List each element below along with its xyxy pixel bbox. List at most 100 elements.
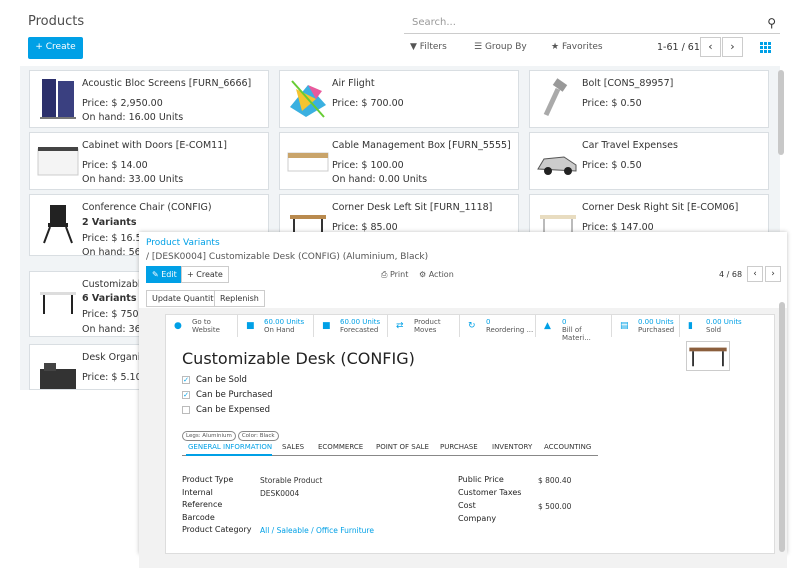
- edit-icon: ✎: [152, 270, 159, 279]
- internal-reference-label-2: Reference: [182, 500, 223, 509]
- smart-button-moves[interactable]: ⇄ Product Moves: [388, 315, 460, 337]
- print-button[interactable]: ⎙ Print: [381, 270, 408, 280]
- search-icon[interactable]: ⚲: [767, 16, 776, 30]
- product-price: Price: $ 100.00: [332, 160, 404, 171]
- pager-next-button[interactable]: ›: [722, 37, 743, 57]
- product-name: Cabinet with Doors [E-COM11]: [82, 140, 227, 151]
- edit-label: Edit: [161, 270, 177, 279]
- form-prev-button[interactable]: ‹: [747, 266, 763, 282]
- can-be-purchased-label: Can be Purchased: [196, 390, 273, 400]
- smart-button-bom[interactable]: ▲ 0 Bill of Materi...: [536, 315, 612, 342]
- cost-label: Cost: [458, 501, 476, 510]
- action-button[interactable]: ⚙ Action: [419, 270, 454, 279]
- tab-general-information[interactable]: GENERAL INFORMATION: [188, 443, 272, 451]
- favorites-button[interactable]: ★ Favorites: [551, 42, 603, 52]
- group-by-label: Group By: [484, 42, 527, 52]
- product-name: Car Travel Expenses: [582, 140, 678, 151]
- breadcrumb-parent[interactable]: Product Variants: [146, 238, 220, 248]
- product-onhand: On hand: 33.00 Units: [82, 174, 184, 185]
- tab-purchase[interactable]: PURCHASE: [440, 443, 478, 451]
- product-category-link[interactable]: All / Saleable / Office Furniture: [260, 526, 374, 535]
- product-price: Price: $ 0.50: [582, 160, 642, 171]
- product-card[interactable]: Bolt [CONS_89957] Price: $ 0.50: [529, 70, 769, 128]
- search-input[interactable]: Search... ⚲: [404, 12, 780, 34]
- tab-inventory[interactable]: INVENTORY: [492, 443, 532, 451]
- attribute-tags: Legs: Aluminium Color: Black: [182, 422, 281, 441]
- barcode-label: Barcode: [182, 513, 215, 522]
- company-label: Company: [458, 514, 497, 523]
- smart-button-label: Forecasted: [340, 326, 379, 334]
- update-quantity-button[interactable]: Update Quantity: [146, 290, 225, 307]
- can-be-purchased-checkbox[interactable]: ✓ Can be Purchased: [182, 390, 273, 400]
- edit-button[interactable]: ✎ Edit: [146, 266, 183, 283]
- checkbox-checked-icon: ✓: [182, 375, 190, 384]
- search-placeholder: Search...: [412, 17, 456, 28]
- product-image: [290, 80, 326, 118]
- active-tab-indicator: [186, 454, 272, 456]
- product-image: [287, 152, 329, 172]
- product-onhand: On hand: 36.: [82, 324, 144, 335]
- tab-accounting[interactable]: ACCOUNTING: [544, 443, 591, 451]
- product-price: Price: $ 750.: [82, 309, 142, 320]
- can-be-expensed-label: Can be Expensed: [196, 405, 271, 415]
- product-image: [43, 205, 73, 244]
- smart-button-onhand[interactable]: ■ 60.00 Units On Hand: [238, 315, 314, 337]
- product-name: Bolt [CONS_89957]: [582, 78, 674, 89]
- attribute-tag: Color: Black: [237, 431, 279, 441]
- product-type-value: Storable Product: [260, 476, 323, 485]
- product-card[interactable]: Acoustic Bloc Screens [FURN_6666] Price:…: [29, 70, 269, 128]
- cubes-icon: ■: [246, 321, 255, 331]
- smart-button-value: 60.00 Units: [340, 318, 381, 326]
- smart-button-value: 60.00 Units: [264, 318, 305, 326]
- product-name: Corner Desk Left Sit [FURN_1118]: [332, 202, 493, 213]
- form-next-button[interactable]: ›: [765, 266, 781, 282]
- product-name: Corner Desk Right Sit [E-COM06]: [582, 202, 739, 213]
- product-card[interactable]: Cable Management Box [FURN_5555] Price: …: [279, 132, 519, 190]
- form-create-button[interactable]: + Create: [181, 266, 229, 283]
- smart-button-value: Product: [414, 318, 441, 326]
- smart-button-label: Purchased: [638, 326, 675, 334]
- kanban-scrollbar[interactable]: [778, 70, 784, 155]
- product-name: Air Flight: [332, 78, 375, 89]
- smart-button-label: Moves: [414, 326, 437, 334]
- product-image: [537, 156, 577, 175]
- product-image: [543, 78, 568, 117]
- breadcrumb-current: / [DESK0004] Customizable Desk (CONFIG) …: [146, 252, 429, 262]
- filters-button[interactable]: ▼ Filters: [410, 42, 447, 52]
- can-be-sold-checkbox[interactable]: ✓ Can be Sold: [182, 375, 247, 385]
- cost-value: $ 500.00: [538, 502, 572, 511]
- product-price: Price: $ 14.00: [82, 160, 148, 171]
- can-be-expensed-checkbox[interactable]: Can be Expensed: [182, 405, 270, 415]
- bar-chart-icon: ▮: [688, 321, 693, 331]
- internal-reference-value: DESK0004: [260, 489, 300, 498]
- group-by-button[interactable]: ☰ Group By: [474, 42, 527, 52]
- product-onhand: On hand: 0.00 Units: [332, 174, 428, 185]
- smart-button-reordering[interactable]: ↻ 0 Reordering ...: [460, 315, 536, 337]
- kanban-view-icon[interactable]: [760, 42, 772, 53]
- smart-button-sold[interactable]: ▮ 0.00 Units Sold: [680, 315, 776, 337]
- product-card[interactable]: Car Travel Expenses Price: $ 0.50: [529, 132, 769, 190]
- product-name: Conference Chair (CONFIG): [82, 202, 212, 213]
- form-pager[interactable]: 4 / 68: [719, 270, 742, 279]
- smart-button-forecasted[interactable]: ■ 60.00 Units Forecasted: [314, 315, 388, 337]
- tab-ecommerce[interactable]: ECOMMERCE: [318, 443, 363, 451]
- smart-button-website[interactable]: ● Go to Website: [166, 315, 238, 337]
- pager-prev-button[interactable]: ‹: [700, 37, 721, 57]
- smart-button-label: Reordering ...: [486, 326, 534, 334]
- product-card[interactable]: Air Flight Price: $ 700.00: [279, 70, 519, 128]
- tab-sales[interactable]: SALES: [282, 443, 304, 451]
- product-variants: 6 Variants: [82, 293, 137, 304]
- checkbox-checked-icon: ✓: [182, 390, 190, 399]
- create-button[interactable]: + Create: [28, 37, 83, 59]
- replenish-button[interactable]: Replenish: [214, 290, 265, 307]
- pager-value[interactable]: 1-61 / 61: [657, 42, 700, 53]
- flask-icon: ▲: [544, 321, 551, 331]
- form-scrollbar[interactable]: [779, 302, 785, 552]
- smart-button-value: 0: [562, 318, 567, 326]
- product-card[interactable]: Cabinet with Doors [E-COM11] Price: $ 14…: [29, 132, 269, 190]
- tab-point-of-sale[interactable]: POINT OF SALE: [376, 443, 429, 451]
- product-price: Price: $ 0.50: [582, 98, 642, 109]
- product-thumbnail: [686, 341, 730, 371]
- smart-button-purchased[interactable]: ▤ 0.00 Units Purchased: [612, 315, 680, 337]
- attribute-tag: Legs: Aluminium: [182, 431, 236, 441]
